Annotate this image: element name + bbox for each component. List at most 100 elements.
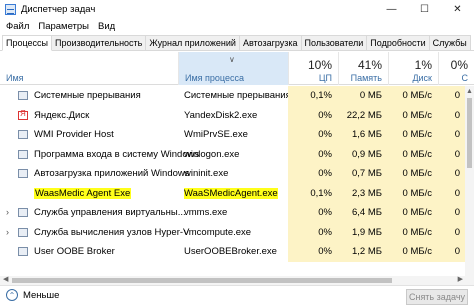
yandex-icon: [18, 109, 28, 120]
table-row[interactable]: WaasMedic Agent Exe WaaSMedicAgent.exe 0…: [0, 183, 474, 203]
less-label: Меньше: [23, 289, 60, 301]
memory-total: 41%: [357, 58, 382, 72]
tab-processes[interactable]: Процессы: [2, 35, 53, 51]
tab-users[interactable]: Пользователи: [300, 35, 368, 50]
row-process: vmms.exe: [184, 207, 228, 218]
row-disk: 0 МБ/с: [388, 144, 438, 164]
column-header-memory[interactable]: 41% Память: [338, 52, 388, 85]
table-row[interactable]: Системные прерывания Системные прерывани…: [0, 86, 474, 106]
minimize-button[interactable]: —: [375, 0, 408, 18]
row-cpu: 0%: [288, 222, 338, 242]
row-disk: 0 МБ/с: [388, 105, 438, 125]
system-icon: [18, 91, 28, 100]
tab-app-history[interactable]: Журнал приложений: [145, 35, 240, 50]
maximize-icon: ☐: [420, 3, 429, 15]
row-cpu: 0%: [288, 105, 338, 125]
row-memory: 0 МБ: [338, 86, 388, 106]
row-memory: 6,4 МБ: [338, 203, 388, 223]
vertical-scroll-thumb[interactable]: [467, 98, 472, 168]
disk-label: Диск: [412, 73, 432, 83]
column-header-disk[interactable]: 1% Диск: [388, 52, 438, 85]
row-name: Программа входа в систему Windows: [34, 148, 200, 160]
row-name: Системные прерывания: [34, 90, 141, 101]
less-details-toggle[interactable]: ⌃ Меньше: [6, 289, 59, 301]
row-network: 0: [438, 203, 466, 223]
app-icon: [18, 130, 28, 139]
row-name: Служба управления виртуальны...: [34, 207, 186, 218]
expand-chevron-icon[interactable]: ›: [6, 207, 9, 217]
column-name-label: Имя: [6, 73, 24, 83]
scroll-up-icon[interactable]: ▲: [466, 88, 473, 95]
close-icon: ✕: [453, 3, 462, 15]
row-network: 0: [438, 164, 466, 184]
column-header-process[interactable]: ∨ Имя процесса: [178, 52, 288, 85]
row-name: WMI Provider Host: [34, 129, 114, 140]
table-row[interactable]: › Служба вычисления узлов Hyper-V vmcomp…: [0, 222, 474, 242]
table-header: Имя ∨ Имя процесса 10% ЦП 41% Память 1% …: [0, 52, 474, 85]
table-row[interactable]: Автозагрузка приложений Windows wininit.…: [0, 164, 474, 184]
tab-bar: Процессы Производительность Журнал прило…: [0, 35, 474, 51]
row-cpu: 0,1%: [288, 86, 338, 106]
row-cpu: 0%: [288, 125, 338, 145]
minimize-icon: —: [386, 3, 397, 15]
window-title: Диспетчер задач: [21, 3, 96, 15]
scroll-left-icon[interactable]: ◀: [3, 275, 8, 283]
table-row[interactable]: › Служба управления виртуальны... vmms.e…: [0, 203, 474, 223]
row-name: User OOBE Broker: [34, 246, 115, 257]
app-icon: [18, 208, 28, 217]
chevron-up-icon: ⌃: [6, 289, 18, 301]
row-memory: 0,7 МБ: [338, 164, 388, 184]
expand-chevron-icon[interactable]: ›: [6, 227, 9, 237]
vertical-scrollbar[interactable]: ▲: [465, 86, 474, 285]
tab-performance[interactable]: Производительность: [51, 35, 147, 50]
tab-services[interactable]: Службы: [428, 35, 471, 50]
scroll-right-icon[interactable]: ▶: [458, 275, 463, 283]
row-network: 0: [438, 242, 466, 262]
cpu-label: ЦП: [318, 73, 332, 83]
row-cpu: 0%: [288, 144, 338, 164]
tab-startup[interactable]: Автозагрузка: [238, 35, 302, 50]
row-memory: 1,6 МБ: [338, 125, 388, 145]
row-process: WmiPrvSE.exe: [184, 129, 248, 140]
horizontal-scroll-thumb[interactable]: [12, 278, 392, 283]
disk-total: 1%: [414, 58, 432, 72]
row-network: 0: [438, 105, 466, 125]
maximize-button[interactable]: ☐: [408, 0, 441, 18]
row-cpu: 0%: [288, 242, 338, 262]
row-process: vmcompute.exe: [184, 226, 252, 238]
horizontal-scrollbar[interactable]: ◀ ▶: [0, 276, 466, 285]
row-name: Яндекс.Диск: [34, 109, 90, 121]
app-icon: [18, 149, 28, 159]
footer: ⌃ Меньше Снять задачу: [0, 285, 474, 307]
end-task-button[interactable]: Снять задачу: [406, 289, 468, 305]
row-network: 0: [438, 222, 466, 242]
tab-details[interactable]: Подробности: [366, 35, 430, 50]
row-network: 0: [438, 144, 466, 164]
table-row[interactable]: Программа входа в систему Windows winlog…: [0, 144, 474, 164]
row-cpu: 0%: [288, 164, 338, 184]
row-disk: 0 МБ/с: [388, 86, 438, 106]
column-header-name[interactable]: Имя: [0, 52, 178, 85]
row-disk: 0 МБ/с: [388, 164, 438, 184]
row-cpu: 0%: [288, 203, 338, 223]
row-process: YandexDisk2.exe: [184, 109, 258, 121]
close-button[interactable]: ✕: [441, 0, 474, 18]
menu-view[interactable]: Вид: [98, 21, 115, 32]
menu-file[interactable]: Файл: [6, 21, 29, 32]
row-process: WaaSMedicAgent.exe: [184, 187, 278, 199]
row-disk: 0 МБ/с: [388, 183, 438, 203]
row-cpu: 0,1%: [288, 183, 338, 203]
row-memory: 22,2 МБ: [338, 105, 388, 125]
table-row[interactable]: User OOBE Broker UserOOBEBroker.exe 0% 1…: [0, 242, 474, 262]
app-icon: [18, 227, 28, 237]
table-row[interactable]: WMI Provider Host WmiPrvSE.exe 0% 1,6 МБ…: [0, 125, 474, 145]
column-header-network[interactable]: 0% С: [438, 52, 474, 85]
row-process: winlogon.exe: [184, 148, 240, 160]
row-memory: 2,3 МБ: [338, 183, 388, 203]
row-disk: 0 МБ/с: [388, 203, 438, 223]
column-header-cpu[interactable]: 10% ЦП: [288, 52, 338, 85]
table-row[interactable]: Яндекс.Диск YandexDisk2.exe 0% 22,2 МБ 0…: [0, 105, 474, 125]
row-network: 0: [438, 183, 466, 203]
menu-options[interactable]: Параметры: [38, 21, 89, 32]
row-memory: 1,2 МБ: [338, 242, 388, 262]
